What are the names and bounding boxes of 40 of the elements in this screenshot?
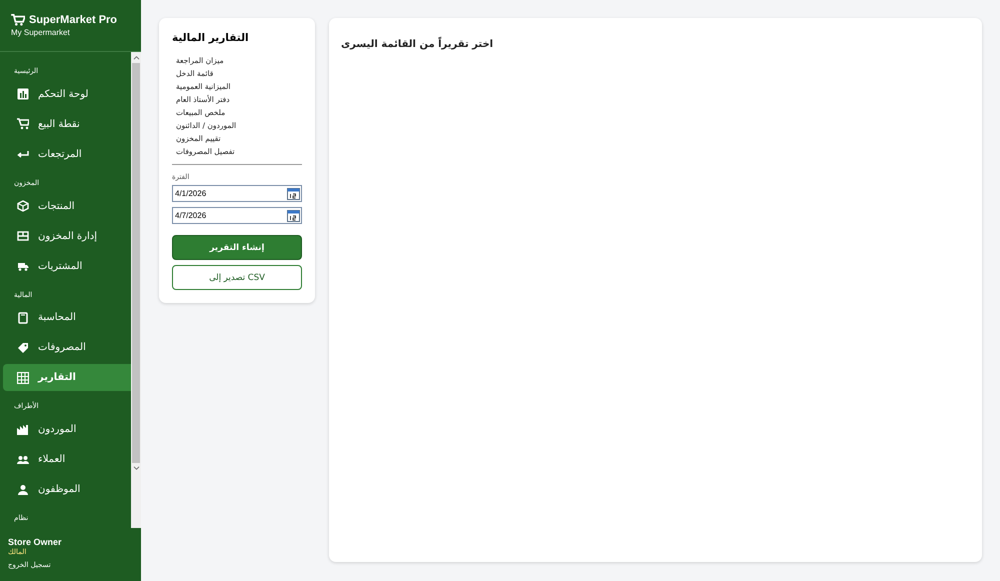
scroll-up-icon[interactable] (132, 55, 140, 60)
store-name: My Supermarket (11, 28, 71, 37)
shelf-icon (17, 230, 29, 242)
calendar-icon[interactable] (287, 188, 300, 200)
cart-icon (17, 118, 29, 130)
scroll-down-icon[interactable] (132, 466, 140, 471)
nav-item[interactable]: إدارة المخزون (3, 222, 131, 250)
box-icon (17, 200, 29, 212)
user-name: Store Owner (8, 537, 63, 547)
people-icon (17, 454, 29, 466)
truck-icon (17, 260, 29, 272)
scrollbar[interactable] (131, 52, 141, 528)
nav-item[interactable]: المشتريات (3, 252, 131, 280)
return-arrow-icon (17, 148, 29, 160)
book-icon (17, 312, 29, 324)
nav-item[interactable]: التقارير (3, 364, 131, 392)
scroll-thumb[interactable] (132, 63, 140, 463)
tag-icon (17, 342, 29, 354)
nav-item[interactable]: المرتجعات (3, 140, 131, 168)
nav-item[interactable]: الموردون (3, 416, 131, 444)
app-title: SuperMarket Pro (29, 14, 118, 26)
nav-item[interactable]: لوحة التحكم (3, 81, 131, 108)
nav-item[interactable]: الموظفون (3, 476, 131, 504)
cart-icon (11, 14, 25, 26)
chart-icon (17, 88, 29, 100)
date-field[interactable]: 4/7/2026 (172, 207, 302, 224)
export-csv-button[interactable]: تصدير إلى CSV (172, 265, 302, 290)
calendar-icon[interactable] (287, 210, 300, 222)
generate-report-button[interactable]: إنشاء التقرير (172, 235, 302, 260)
nav-item[interactable]: المنتجات (3, 192, 131, 220)
nav-item[interactable]: نقطة البيع (3, 110, 131, 138)
date-field[interactable]: 4/1/2026 (172, 185, 302, 202)
person-icon (17, 484, 29, 496)
nav-item[interactable]: المحاسبة (3, 304, 131, 332)
empty-state-message: اختر تقريراً من القائمة اليسرى (341, 39, 494, 50)
grid-icon (17, 372, 29, 384)
nav-item[interactable]: العملاء (3, 446, 131, 474)
factory-icon (17, 424, 29, 436)
card-title: التقارير المالية (172, 32, 250, 44)
nav-item[interactable]: المصروفات (3, 334, 131, 362)
